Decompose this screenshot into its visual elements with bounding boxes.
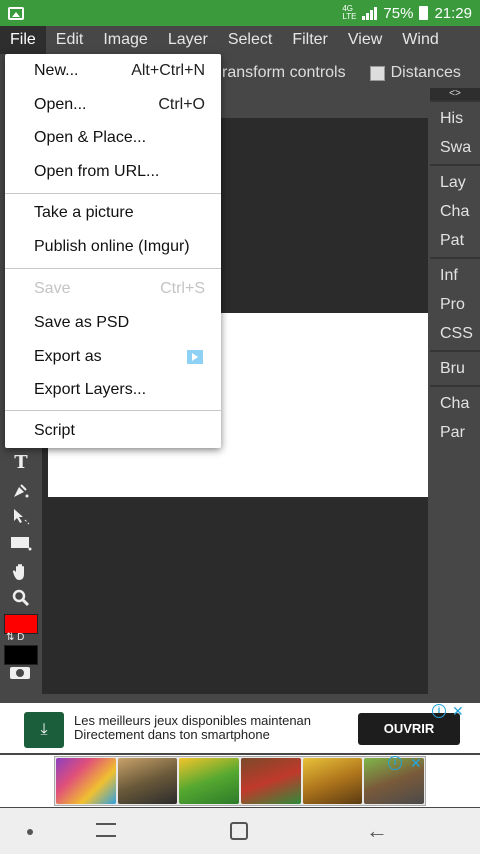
menu-item-export-as[interactable]: Export as [5,340,221,374]
menu-select[interactable]: Select [218,26,282,54]
ad-close-icon[interactable]: ✕ [410,756,422,770]
panel-group-layers: Lay Cha Pat [430,164,480,257]
swap-default-colors[interactable]: ⇅ D [6,632,24,644]
distances-checkbox[interactable] [369,65,385,81]
status-icons: 4G LTE 75% 21:29 [342,5,472,22]
ad-close-icon[interactable]: ✕ [452,704,464,718]
tab-paths[interactable]: Pat [430,226,480,255]
game-thumbnail-match3[interactable] [56,758,116,804]
game-thumbnail-gta[interactable] [117,758,178,804]
menu-item-take-picture[interactable]: Take a picture [5,196,221,230]
tab-paragraph[interactable]: Par [430,418,480,447]
background-color-swatch[interactable] [4,645,38,665]
tab-info[interactable]: Inf [430,261,480,290]
camera-icon[interactable] [10,667,30,679]
navigation-bar: ← [0,808,480,854]
submenu-arrow-icon [187,350,203,364]
game-thumbnail-croc[interactable] [179,758,240,804]
transform-controls-label[interactable]: ransform controls [222,64,346,82]
game-thumbnail-temple-run[interactable] [302,758,363,804]
menu-item-save-psd[interactable]: Save as PSD [5,306,221,340]
panel-group-brush: Bru [430,350,480,385]
menu-item-script[interactable]: Script [5,414,221,448]
pen-tool-icon[interactable] [8,480,34,502]
menu-filter[interactable]: Filter [282,26,338,54]
adchoices-icon[interactable]: i [388,756,402,770]
clock: 21:29 [434,4,472,22]
tab-history[interactable]: His [430,104,480,133]
recent-apps-icon[interactable] [96,823,116,837]
menu-edit[interactable]: Edit [46,26,94,54]
menu-bar: File Edit Image Layer Select Filter View… [0,26,480,54]
menu-item-save: Save Ctrl+S [34,280,205,297]
distances-label[interactable]: Distances [391,64,461,82]
tab-layers[interactable]: Lay [430,168,480,197]
home-icon[interactable] [230,822,248,840]
zoom-tool-icon[interactable] [8,588,34,610]
menu-layer[interactable]: Layer [158,26,218,54]
status-bar: 4G LTE 75% 21:29 [0,0,480,26]
panel-group-character: Cha Par [430,385,480,449]
network-type-icon: 4G LTE [342,4,357,21]
menu-item-open[interactable]: Open... Ctrl+O [5,88,221,122]
hand-tool-icon[interactable] [8,562,34,584]
tab-css[interactable]: CSS [430,319,480,348]
menu-window[interactable]: Wind [392,26,448,54]
ad-text: Les meilleurs jeux disponibles maintenan… [74,713,312,742]
game-thumbnails[interactable] [54,756,426,806]
tab-channels[interactable]: Cha [430,197,480,226]
game-thumbnail-fruit-ninja[interactable] [241,758,301,804]
path-selection-tool-icon[interactable] [8,506,34,528]
tab-properties[interactable]: Pro [430,290,480,319]
type-tool-icon[interactable]: T [8,452,34,474]
nav-dot-icon[interactable] [27,829,33,835]
panel-group-info: Inf Pro CSS [430,257,480,350]
menu-divider [5,410,221,411]
signal-icon [362,6,378,20]
menu-file[interactable]: File [0,26,46,54]
tab-brush[interactable]: Bru [430,354,480,383]
menu-item-publish-imgur[interactable]: Publish online (Imgur) [5,230,221,264]
ad-open-button[interactable]: OUVRIR [358,713,460,745]
menu-divider [5,193,221,194]
menu-item-open-url[interactable]: Open from URL... [5,155,221,189]
foreground-color-swatch[interactable] [4,614,38,634]
tab-swatches[interactable]: Swa [430,133,480,162]
battery-icon [419,6,429,20]
menu-item-export-layers[interactable]: Export Layers... [5,373,221,407]
menu-item-open-place[interactable]: Open & Place... [5,121,221,155]
menu-item-new[interactable]: New... Alt+Ctrl+N [5,54,221,88]
file-menu-dropdown: New... Alt+Ctrl+N Open... Ctrl+O Open & … [5,54,221,448]
app-download-logo-icon: ⤓ [24,712,64,748]
adchoices-icon[interactable]: i [432,704,446,718]
panel-group-history: His Swa [430,100,480,164]
panel-collapse-toggle[interactable]: <> [430,88,480,100]
menu-divider [5,268,221,269]
right-panel: <> His Swa Lay Cha Pat Inf Pro CSS Bru C… [430,88,480,692]
ad-banner[interactable]: ⤓ Les meilleurs jeux disponibles mainten… [0,703,480,753]
menu-image[interactable]: Image [93,26,157,54]
ad-games-banner[interactable]: i ✕ [0,755,480,807]
menu-view[interactable]: View [338,26,392,54]
gallery-notification-icon [8,6,24,20]
battery-percent: 75% [383,4,414,22]
rectangle-tool-icon[interactable] [8,534,34,556]
back-icon[interactable]: ← [366,820,388,842]
tab-character[interactable]: Cha [430,389,480,418]
